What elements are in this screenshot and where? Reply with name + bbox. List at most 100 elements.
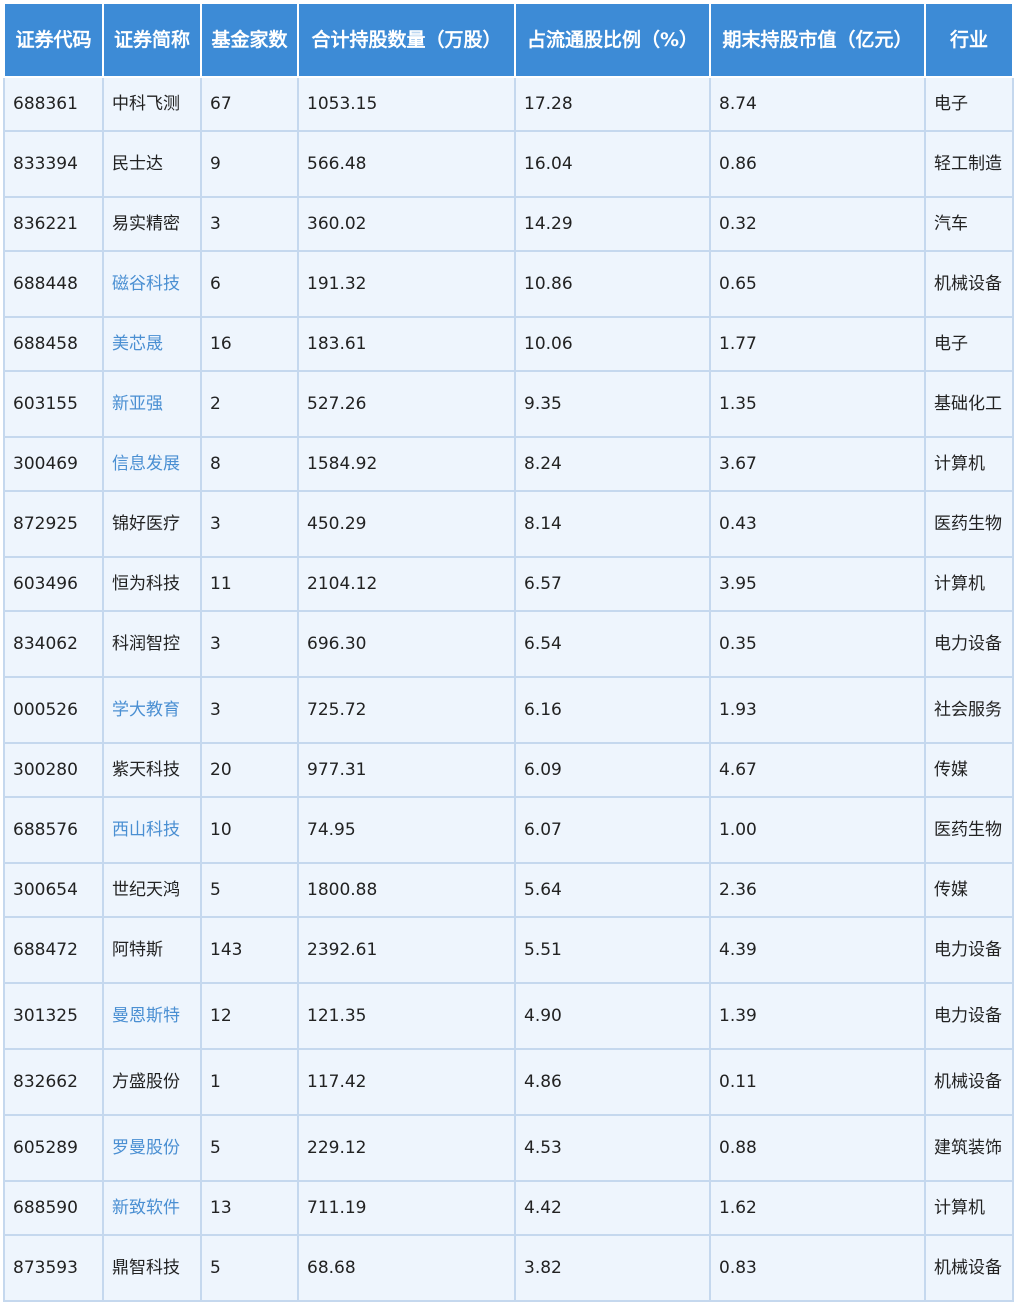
table-body: 688361 中科飞测 67 1053.15 17.28 8.74 电子 833394 民士达 9… [3,76,1014,1302]
table-row: 688472 阿特斯 143 2392.61 5.51 4.39 电力设备 [3,916,1014,984]
table-row: 300469 信息发展 8 1584.92 8.24 3.67 计算机 [3,436,1014,492]
table-row: 873593 鼎智科技 5 68.68 3.82 0.83 机械设备 [3,1234,1014,1302]
header-market-value: 期末持股市值（亿元） [709,2,926,78]
cell-security-code: 688576 [3,796,104,864]
cell-fund-count: 3 [200,676,299,744]
cell-fund-count: 3 [200,490,299,558]
cell-fund-count: 5 [200,1234,299,1302]
table-row: 000526 学大教育 3 725.72 6.16 1.93 社会服务 [3,676,1014,744]
cell-market-value: 1.77 [709,316,926,372]
table-row: 300280 紫天科技 20 977.31 6.09 4.67 传媒 [3,742,1014,798]
cell-float-ratio: 6.57 [514,556,711,612]
cell-security-code: 873593 [3,1234,104,1302]
cell-security-code: 688590 [3,1180,104,1236]
table-row: 832662 方盛股份 1 117.42 4.86 0.11 机械设备 [3,1048,1014,1116]
cell-fund-count: 10 [200,796,299,864]
cell-total-shares: 360.02 [297,196,516,252]
table-row: 603496 恒为科技 11 2104.12 6.57 3.95 计算机 [3,556,1014,612]
cell-total-shares: 229.12 [297,1114,516,1182]
cell-float-ratio: 6.16 [514,676,711,744]
cell-market-value: 2.36 [709,862,926,918]
cell-market-value: 1.35 [709,370,926,438]
cell-market-value: 0.43 [709,490,926,558]
cell-float-ratio: 17.28 [514,76,711,132]
cell-security-code: 300654 [3,862,104,918]
cell-security-name: 世纪天鸿 [102,862,202,918]
cell-security-name: 学大教育 [102,676,202,744]
cell-security-code: 300280 [3,742,104,798]
header-security-code: 证券代码 [3,2,104,78]
cell-market-value: 8.74 [709,76,926,132]
table-header-row: 证券代码 证券简称 基金家数 合计持股数量（万股） 占流通股比例（%） 期末持股… [3,2,1014,78]
cell-market-value: 4.39 [709,916,926,984]
cell-market-value: 0.11 [709,1048,926,1116]
security-name-link[interactable]: 罗曼股份 [112,1138,180,1158]
cell-fund-count: 3 [200,196,299,252]
cell-industry: 基础化工 [924,370,1014,438]
cell-fund-count: 5 [200,862,299,918]
cell-float-ratio: 6.09 [514,742,711,798]
cell-fund-count: 13 [200,1180,299,1236]
cell-industry: 电力设备 [924,610,1014,678]
cell-security-name: 中科飞测 [102,76,202,132]
cell-security-code: 833394 [3,130,104,198]
security-name-link[interactable]: 学大教育 [112,700,180,720]
cell-industry: 机械设备 [924,1048,1014,1116]
cell-float-ratio: 9.35 [514,370,711,438]
cell-float-ratio: 8.14 [514,490,711,558]
cell-market-value: 1.39 [709,982,926,1050]
cell-security-name: 民士达 [102,130,202,198]
cell-security-code: 832662 [3,1048,104,1116]
cell-fund-count: 1 [200,1048,299,1116]
cell-market-value: 0.86 [709,130,926,198]
security-name-link[interactable]: 美芯晟 [112,334,163,354]
cell-market-value: 3.67 [709,436,926,492]
cell-float-ratio: 16.04 [514,130,711,198]
cell-market-value: 0.65 [709,250,926,318]
cell-security-code: 688472 [3,916,104,984]
security-name-link[interactable]: 新亚强 [112,394,163,414]
cell-industry: 传媒 [924,742,1014,798]
cell-total-shares: 566.48 [297,130,516,198]
security-name-link[interactable]: 曼恩斯特 [112,1006,180,1026]
cell-fund-count: 5 [200,1114,299,1182]
table-row: 300654 世纪天鸿 5 1800.88 5.64 2.36 传媒 [3,862,1014,918]
cell-security-name: 西山科技 [102,796,202,864]
table-row: 872925 锦好医疗 3 450.29 8.14 0.43 医药生物 [3,490,1014,558]
security-name-link[interactable]: 新致软件 [112,1198,180,1218]
cell-industry: 计算机 [924,436,1014,492]
cell-fund-count: 16 [200,316,299,372]
cell-fund-count: 9 [200,130,299,198]
cell-float-ratio: 4.53 [514,1114,711,1182]
cell-total-shares: 68.68 [297,1234,516,1302]
cell-industry: 传媒 [924,862,1014,918]
cell-fund-count: 2 [200,370,299,438]
fund-holdings-table: 证券代码 证券简称 基金家数 合计持股数量（万股） 占流通股比例（%） 期末持股… [3,2,1014,1302]
header-total-shares: 合计持股数量（万股） [297,2,516,78]
cell-market-value: 0.32 [709,196,926,252]
cell-market-value: 1.62 [709,1180,926,1236]
cell-security-name: 曼恩斯特 [102,982,202,1050]
cell-fund-count: 11 [200,556,299,612]
cell-total-shares: 117.42 [297,1048,516,1116]
security-name-link[interactable]: 西山科技 [112,820,180,840]
cell-industry: 计算机 [924,556,1014,612]
cell-security-name: 恒为科技 [102,556,202,612]
cell-float-ratio: 10.06 [514,316,711,372]
security-name-link[interactable]: 信息发展 [112,454,180,474]
cell-industry: 医药生物 [924,490,1014,558]
table-row: 605289 罗曼股份 5 229.12 4.53 0.88 建筑装饰 [3,1114,1014,1182]
cell-total-shares: 121.35 [297,982,516,1050]
cell-fund-count: 12 [200,982,299,1050]
cell-industry: 汽车 [924,196,1014,252]
cell-industry: 电力设备 [924,982,1014,1050]
cell-security-name: 方盛股份 [102,1048,202,1116]
cell-market-value: 0.83 [709,1234,926,1302]
cell-industry: 社会服务 [924,676,1014,744]
cell-security-code: 603155 [3,370,104,438]
cell-security-code: 688361 [3,76,104,132]
table-row: 833394 民士达 9 566.48 16.04 0.86 轻工制造 [3,130,1014,198]
cell-security-name: 紫天科技 [102,742,202,798]
cell-security-code: 836221 [3,196,104,252]
security-name-link[interactable]: 磁谷科技 [112,274,180,294]
